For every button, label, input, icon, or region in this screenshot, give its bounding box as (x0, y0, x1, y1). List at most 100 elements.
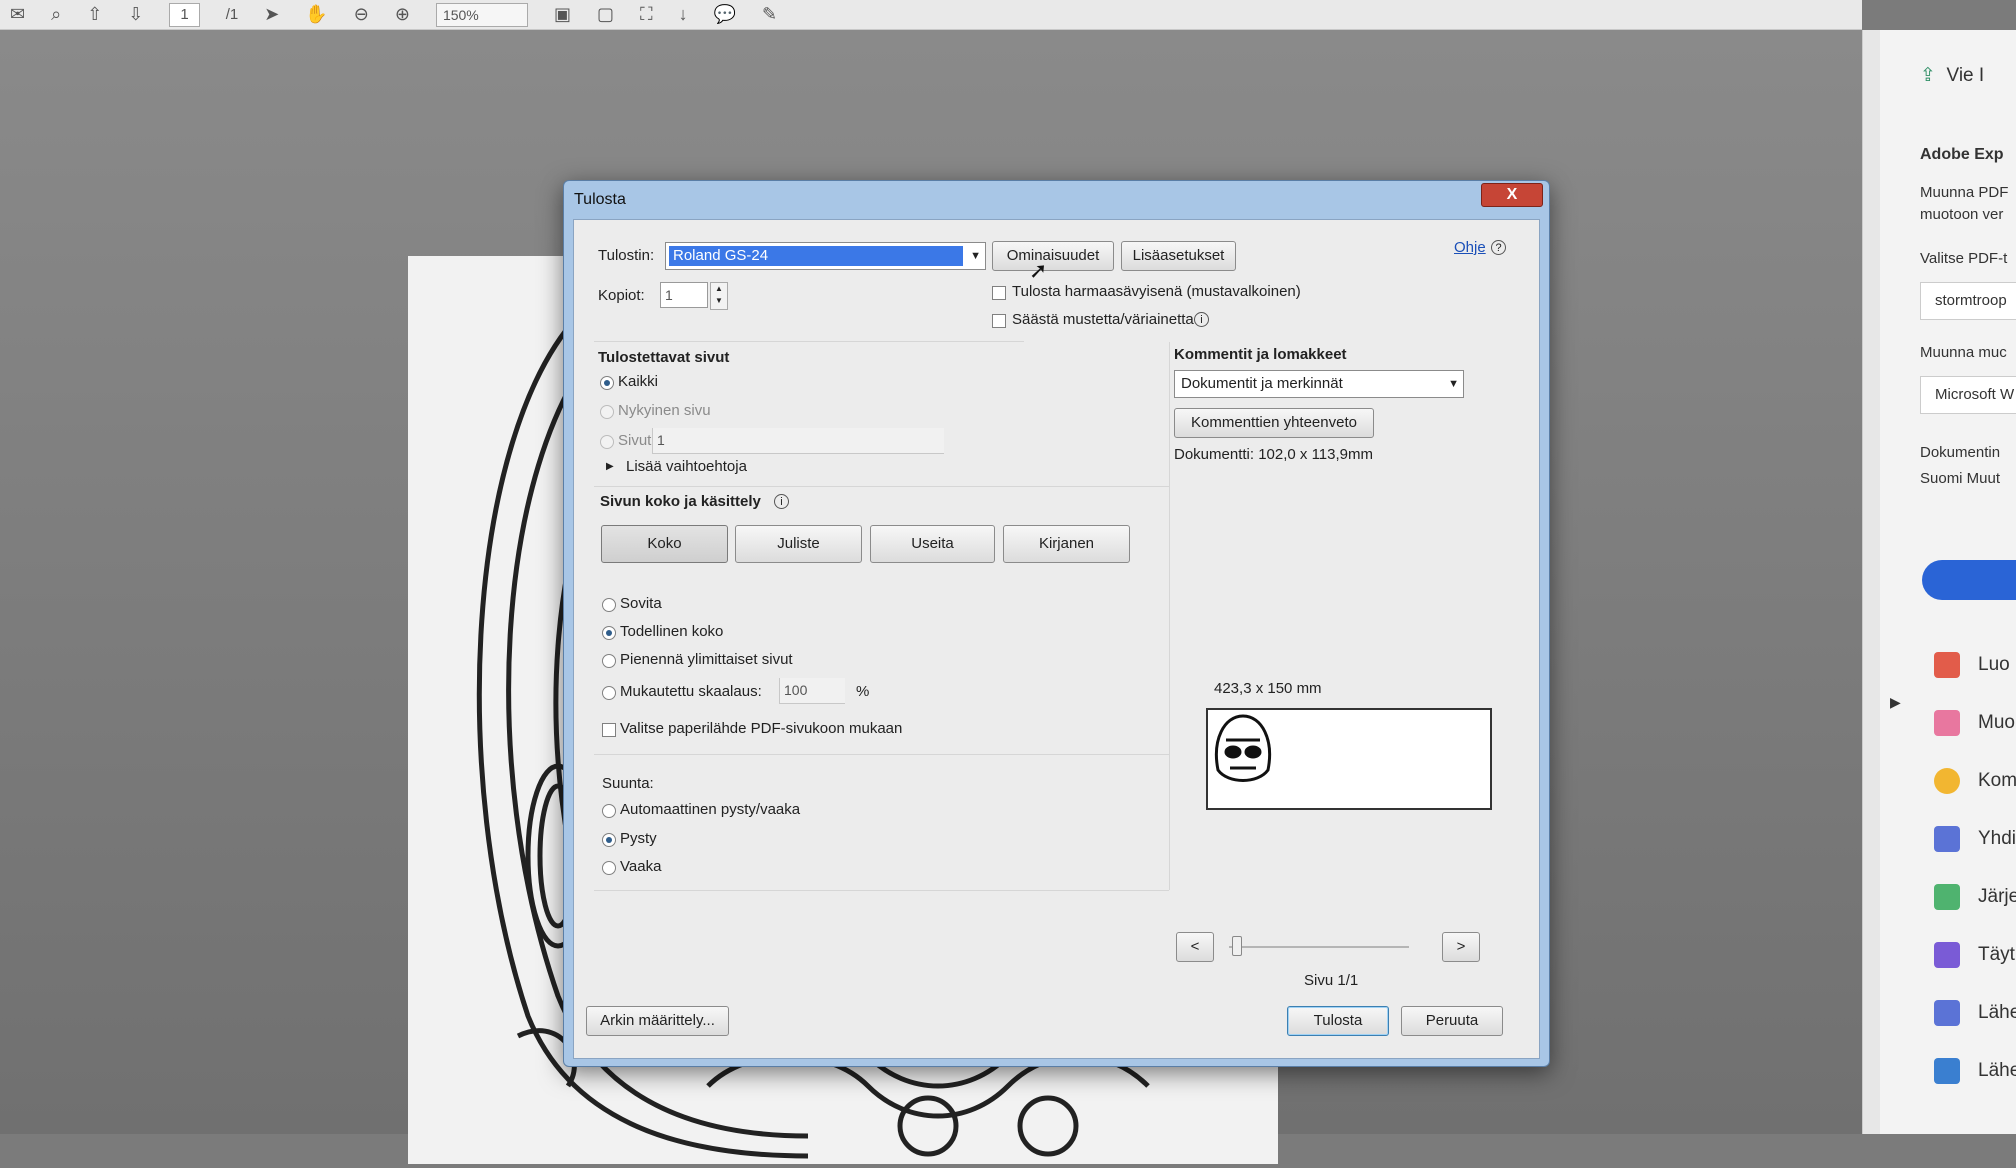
comments-group-title: Kommentit ja lomakkeet (1174, 346, 1347, 363)
help-link[interactable]: Ohje (1454, 239, 1486, 256)
mouse-cursor-icon: ➚ (1029, 258, 1048, 283)
help-icon[interactable]: ? (1491, 240, 1506, 255)
tool-create[interactable]: Luo (1934, 652, 2010, 678)
page-number-input[interactable]: 1 (169, 2, 200, 27)
convert-button[interactable] (1922, 560, 2016, 600)
actual-size-label: Todellinen koko (620, 623, 724, 640)
copies-input[interactable]: 1 (660, 282, 708, 308)
previous-page-button[interactable]: < (1176, 932, 1214, 962)
pages-radio[interactable] (600, 435, 614, 449)
tool-comment[interactable]: Kom (1934, 768, 2016, 794)
page-slider-track[interactable] (1229, 946, 1409, 948)
organize-icon (1934, 884, 1960, 910)
divider (594, 754, 1169, 755)
page-slider-thumb[interactable] (1232, 936, 1242, 956)
printer-label: Tulostin: (598, 247, 655, 264)
tool-combine[interactable]: Yhdi (1934, 826, 2016, 852)
page-total: /1 (225, 6, 239, 23)
fullscreen-icon[interactable]: ⛶ (640, 4, 653, 25)
advanced-button[interactable]: Lisäasetukset (1121, 241, 1236, 271)
download-icon[interactable]: ↓ (679, 4, 688, 25)
tool-send[interactable]: Lähe (1934, 1058, 2016, 1084)
select-tool-icon[interactable]: ➤ (264, 4, 279, 25)
all-pages-radio[interactable] (600, 376, 614, 390)
send-sign-icon (1934, 1000, 1960, 1026)
printer-select[interactable]: Roland GS-24 ▼ (665, 242, 986, 270)
fit-label: Sovita (620, 595, 662, 612)
doc-language-label: Dokumentin (1920, 444, 2001, 461)
poster-tab-button[interactable]: Juliste (735, 525, 862, 563)
close-button[interactable]: X (1481, 183, 1543, 207)
format-select[interactable]: Microsoft W (1920, 376, 2016, 414)
scale-input[interactable]: 100 (779, 678, 845, 704)
comments-select[interactable]: Dokumentit ja merkinnät ▼ (1174, 370, 1464, 398)
grayscale-checkbox[interactable] (992, 286, 1006, 300)
vertical-scrollbar[interactable] (1862, 30, 1881, 1134)
tool-send-sign[interactable]: Lähe (1934, 1000, 2016, 1026)
size-group-title: Sivun koko ja käsittely (600, 493, 761, 510)
pages-range-input[interactable]: 1 (652, 428, 944, 454)
info-icon[interactable]: i (1194, 312, 1209, 327)
tool-edit[interactable]: Muo (1934, 710, 2015, 736)
zoom-in-icon[interactable]: ⊕ (395, 4, 410, 25)
current-page-radio[interactable] (600, 405, 614, 419)
properties-button[interactable]: Ominaisuudet (992, 241, 1114, 271)
tool-organize[interactable]: Järje (1934, 884, 2016, 910)
combine-icon (1934, 826, 1960, 852)
divider (594, 486, 1169, 487)
copies-stepper[interactable]: ▲ ▼ (710, 282, 728, 310)
zoom-out-icon[interactable]: ⊖ (354, 4, 369, 25)
choose-pdf-label: Valitse PDF-t (1920, 250, 2008, 267)
comment-icon[interactable]: 💬 (714, 4, 736, 25)
booklet-tab-button[interactable]: Kirjanen (1003, 525, 1130, 563)
tool-label: Lähe (1978, 1002, 2016, 1023)
tool-label: Täyt (1978, 944, 2015, 965)
tools-pane: ⇪ Vie I Adobe Exp Muunna PDF muotoon ver… (1880, 30, 2016, 1134)
chevron-down-icon: ▼ (970, 250, 981, 262)
document-size: Dokumentti: 102,0 x 113,9mm (1174, 446, 1373, 463)
multiple-tab-button[interactable]: Useita (870, 525, 995, 563)
print-button[interactable]: Tulosta (1287, 1006, 1389, 1036)
paper-source-checkbox[interactable] (602, 723, 616, 737)
convert-to-label: Muunna muc (1920, 344, 2007, 361)
page-up-icon[interactable]: ⇧ (87, 4, 102, 25)
save-ink-checkbox[interactable] (992, 314, 1006, 328)
fit-radio[interactable] (602, 598, 616, 612)
export-pdf-tool[interactable]: ⇪ Vie I (1920, 64, 1984, 87)
size-tab-button[interactable]: Koko (601, 525, 728, 563)
more-options-link[interactable]: Lisää vaihtoehtoja (626, 458, 747, 475)
portrait-label: Pysty (620, 830, 657, 847)
auto-orientation-radio[interactable] (602, 804, 616, 818)
search-icon[interactable]: ⌕ (51, 4, 61, 25)
divider (594, 890, 1169, 891)
tool-fill-sign[interactable]: Täyt (1934, 942, 2015, 968)
landscape-radio[interactable] (602, 861, 616, 875)
language-select[interactable]: Suomi Muut (1920, 470, 2000, 487)
tool-label: Kom (1978, 770, 2016, 791)
page-setup-button[interactable]: Arkin määrittely... (586, 1006, 729, 1036)
fit-page-icon[interactable]: ▣ (554, 4, 571, 25)
comments-summary-button[interactable]: Kommenttien yhteenveto (1174, 408, 1374, 438)
collapse-pane-icon[interactable]: ▶ (1890, 694, 1901, 711)
mail-icon[interactable]: ✉ (10, 4, 25, 25)
send-icon (1934, 1058, 1960, 1084)
fit-width-icon[interactable]: ▢ (597, 4, 614, 25)
printer-value: Roland GS-24 (669, 246, 963, 266)
tool-label: Lähe (1978, 1060, 2016, 1081)
create-pdf-icon (1934, 652, 1960, 678)
info-icon[interactable]: i (774, 494, 789, 509)
actual-size-radio[interactable] (602, 626, 616, 640)
custom-scale-radio[interactable] (602, 686, 616, 700)
page-down-icon[interactable]: ⇩ (128, 4, 143, 25)
dialog-titlebar[interactable]: Tulosta X (564, 181, 1549, 219)
orientation-label: Suunta: (602, 775, 654, 792)
portrait-radio[interactable] (602, 833, 616, 847)
zoom-level[interactable]: 150% (435, 2, 528, 27)
cancel-button[interactable]: Peruuta (1401, 1006, 1503, 1036)
next-page-button[interactable]: > (1442, 932, 1480, 962)
hand-tool-icon[interactable]: ✋ (305, 4, 327, 25)
shrink-radio[interactable] (602, 654, 616, 668)
pen-icon[interactable]: ✎ (762, 4, 777, 25)
expand-triangle-icon[interactable]: ▶ (606, 461, 614, 472)
selected-file[interactable]: stormtroop (1920, 282, 2016, 320)
